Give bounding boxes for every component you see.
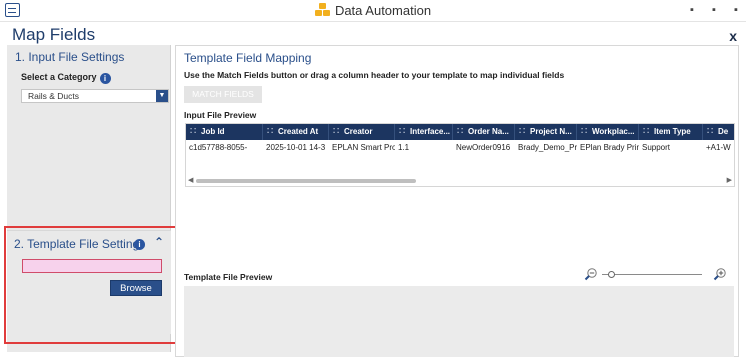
title-bar: Data Automation ▪ ▪ ▪ (0, 0, 746, 22)
highlight-annotation-box (4, 226, 178, 344)
close-window-button[interactable]: ▪ (730, 4, 742, 16)
column-header[interactable]: Interface... (395, 124, 453, 140)
zoom-slider-track[interactable] (602, 274, 702, 275)
category-label: Select a Category i (21, 72, 111, 84)
category-select[interactable]: Rails & Ducts ▼ (21, 89, 169, 103)
table-cell: NewOrder0916 (456, 143, 511, 152)
input-file-preview-label: Input File Preview (184, 110, 257, 120)
zoom-in-icon[interactable] (713, 267, 727, 281)
info-icon[interactable]: i (99, 73, 111, 84)
horizontal-scrollbar[interactable]: ◀ ▶ (186, 176, 734, 186)
data-automation-logo-icon (314, 3, 331, 17)
input-file-settings-title: 1. Input File Settings (15, 50, 125, 64)
scroll-right-icon[interactable]: ▶ (727, 176, 732, 186)
table-cell: EPlan Brady Prin (580, 143, 639, 152)
column-header[interactable]: Project N... (515, 124, 577, 140)
close-dialog-button[interactable]: x (729, 28, 737, 44)
table-cell: +A1-W (706, 143, 731, 152)
column-header[interactable]: Creator (329, 124, 395, 140)
input-file-preview-grid: Job Id Created At Creator Interface... O… (185, 123, 735, 187)
column-header[interactable]: Order Na... (453, 124, 515, 140)
match-fields-button[interactable]: MATCH FIELDS (184, 86, 262, 103)
scrollbar-thumb[interactable] (196, 179, 416, 183)
table-cell: 2025-10-01 14-3 (266, 143, 326, 152)
column-header[interactable]: De (703, 124, 734, 140)
maximize-button[interactable]: ▪ (708, 4, 720, 16)
column-header[interactable]: Item Type (639, 124, 703, 140)
template-field-mapping-title: Template Field Mapping (184, 51, 312, 65)
table-row[interactable]: c1d57788-8055- 2025-10-01 14-3 EPLAN Sma… (186, 140, 734, 155)
template-preview-area (184, 286, 734, 357)
zoom-slider-thumb[interactable] (608, 271, 615, 278)
window-title: Data Automation (334, 3, 432, 18)
chevron-down-icon[interactable]: ▼ (156, 90, 168, 102)
grid-header: Job Id Created At Creator Interface... O… (186, 124, 734, 140)
scroll-left-icon[interactable]: ◀ (188, 176, 193, 186)
column-header[interactable]: Job Id (186, 124, 263, 140)
category-select-value: Rails & Ducts (28, 91, 80, 101)
template-field-mapping-panel: Template Field Mapping Use the Match Fie… (175, 45, 739, 357)
table-cell: 1.1 (398, 143, 410, 152)
page-title: Map Fields (12, 25, 96, 44)
table-cell: EPLAN Smart Pro (332, 143, 395, 152)
mapping-instructions: Use the Match Fields button or drag a co… (184, 70, 565, 80)
column-header[interactable]: Created At (263, 124, 329, 140)
table-cell: Brady_Demo_Pro (518, 143, 577, 152)
column-header[interactable]: Workplac... (577, 124, 639, 140)
minimize-button[interactable]: ▪ (686, 4, 698, 16)
template-file-preview-label: Template File Preview (184, 272, 273, 282)
zoom-out-icon[interactable] (584, 267, 598, 281)
table-cell: c1d57788-8055- (189, 143, 248, 152)
table-cell: Support (642, 143, 671, 152)
